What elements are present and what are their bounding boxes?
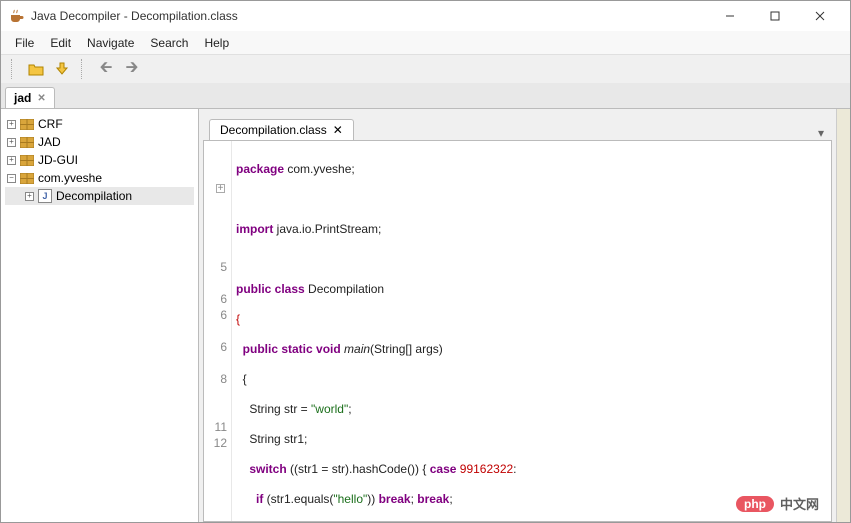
toolbar-grip bbox=[11, 59, 17, 79]
close-button[interactable] bbox=[797, 1, 842, 31]
open-file-icon[interactable] bbox=[25, 58, 47, 80]
tree-item-jad[interactable]: + JAD bbox=[5, 133, 194, 151]
workspace: + CRF + JAD + JD-GUI − com.yveshe + J De… bbox=[1, 109, 850, 522]
expand-icon[interactable]: + bbox=[25, 192, 34, 201]
tree-label: JAD bbox=[38, 135, 61, 149]
editor-tab-label: Decompilation.class bbox=[220, 123, 327, 137]
watermark: php 中文网 bbox=[736, 494, 819, 513]
editor-pane: Decompilation.class ✕ ▾ + 5 6 6 6 bbox=[199, 109, 836, 522]
expand-icon[interactable]: + bbox=[7, 120, 16, 129]
code-body[interactable]: package com.yveshe; import java.io.Print… bbox=[232, 141, 831, 521]
tree-item-decompilation[interactable]: + J Decompilation bbox=[5, 187, 194, 205]
project-tabstrip: jad ✕ bbox=[1, 83, 850, 109]
menu-search[interactable]: Search bbox=[142, 33, 196, 53]
app-icon bbox=[9, 8, 25, 24]
menu-navigate[interactable]: Navigate bbox=[79, 33, 142, 53]
package-icon bbox=[20, 137, 34, 148]
package-icon bbox=[20, 155, 34, 166]
menu-edit[interactable]: Edit bbox=[42, 33, 79, 53]
gutter: + 5 6 6 6 8 11 12 bbox=[204, 141, 232, 521]
maximize-button[interactable] bbox=[752, 1, 797, 31]
close-icon[interactable]: ✕ bbox=[37, 93, 45, 104]
tree-item-comyveshe[interactable]: − com.yveshe bbox=[5, 169, 194, 187]
tree-item-jdgui[interactable]: + JD-GUI bbox=[5, 151, 194, 169]
expand-icon[interactable]: + bbox=[7, 156, 16, 165]
toolbar-sep bbox=[81, 59, 87, 79]
tree-label: com.yveshe bbox=[38, 171, 102, 185]
minimize-button[interactable] bbox=[707, 1, 752, 31]
class-icon: J bbox=[38, 189, 52, 203]
tree-label: JD-GUI bbox=[38, 153, 78, 167]
tab-jad[interactable]: jad ✕ bbox=[5, 87, 55, 108]
window-title: Java Decompiler - Decompilation.class bbox=[31, 9, 707, 23]
fold-icon[interactable]: + bbox=[216, 184, 225, 193]
package-icon bbox=[20, 173, 34, 184]
editor-menu-icon[interactable]: ▾ bbox=[810, 126, 832, 140]
editor-tabstrip: Decompilation.class ✕ ▾ bbox=[203, 117, 832, 141]
watermark-badge: php bbox=[736, 496, 774, 512]
expand-icon[interactable]: + bbox=[7, 138, 16, 147]
watermark-text: 中文网 bbox=[780, 494, 819, 513]
nav-forward-icon[interactable]: 🡲 bbox=[121, 58, 143, 80]
close-icon[interactable]: ✕ bbox=[333, 123, 343, 137]
menu-bar: File Edit Navigate Search Help bbox=[1, 31, 850, 55]
right-gutter bbox=[836, 109, 850, 522]
editor-tab[interactable]: Decompilation.class ✕ bbox=[209, 119, 354, 140]
tab-label: jad bbox=[14, 91, 31, 105]
menu-file[interactable]: File bbox=[7, 33, 42, 53]
titlebar: Java Decompiler - Decompilation.class bbox=[1, 1, 850, 31]
tree-item-crf[interactable]: + CRF bbox=[5, 115, 194, 133]
collapse-icon[interactable]: − bbox=[7, 174, 16, 183]
toolbar: 🡰 🡲 bbox=[1, 55, 850, 83]
package-icon bbox=[20, 119, 34, 130]
tree-label: Decompilation bbox=[56, 189, 132, 203]
package-explorer: + CRF + JAD + JD-GUI − com.yveshe + J De… bbox=[1, 109, 199, 522]
save-icon[interactable] bbox=[51, 58, 73, 80]
code-editor[interactable]: + 5 6 6 6 8 11 12 pack bbox=[203, 141, 832, 522]
menu-help[interactable]: Help bbox=[196, 33, 237, 53]
nav-back-icon[interactable]: 🡰 bbox=[95, 58, 117, 80]
tree-label: CRF bbox=[38, 117, 63, 131]
